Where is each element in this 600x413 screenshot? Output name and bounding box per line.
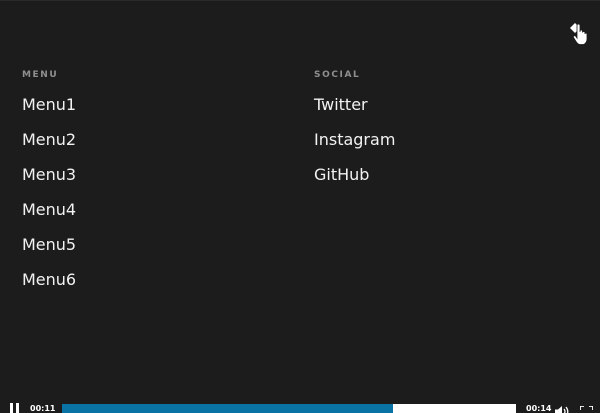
progress-fill bbox=[62, 404, 394, 413]
pause-icon[interactable] bbox=[8, 403, 22, 413]
hand-pointer-icon[interactable] bbox=[566, 22, 588, 46]
video-player-controls: 00:11 00:14 bbox=[0, 398, 600, 413]
duration-time: 00:14 bbox=[526, 404, 552, 413]
menu-column: MENU Menu1 Menu2 Menu3 Menu4 Menu5 Menu6 bbox=[22, 68, 76, 305]
menu-link-3[interactable]: Menu3 bbox=[22, 165, 76, 200]
menu-overlay: MENU Menu1 Menu2 Menu3 Menu4 Menu5 Menu6… bbox=[0, 0, 600, 413]
menu-link-4[interactable]: Menu4 bbox=[22, 200, 76, 235]
current-time: 00:11 bbox=[30, 404, 56, 413]
social-link-twitter[interactable]: Twitter bbox=[314, 95, 395, 130]
menu-link-1[interactable]: Menu1 bbox=[22, 95, 76, 130]
social-heading: SOCIAL bbox=[314, 70, 361, 80]
menu-heading: MENU bbox=[22, 70, 59, 80]
volume-icon[interactable] bbox=[555, 402, 570, 413]
top-divider bbox=[0, 0, 600, 1]
social-column: SOCIAL Twitter Instagram GitHub bbox=[314, 68, 395, 200]
fullscreen-icon[interactable] bbox=[579, 402, 594, 413]
progress-track[interactable] bbox=[62, 404, 516, 413]
social-link-github[interactable]: GitHub bbox=[314, 165, 395, 200]
menu-link-5[interactable]: Menu5 bbox=[22, 235, 76, 270]
menu-link-2[interactable]: Menu2 bbox=[22, 130, 76, 165]
menu-link-6[interactable]: Menu6 bbox=[22, 270, 76, 305]
social-link-instagram[interactable]: Instagram bbox=[314, 130, 395, 165]
